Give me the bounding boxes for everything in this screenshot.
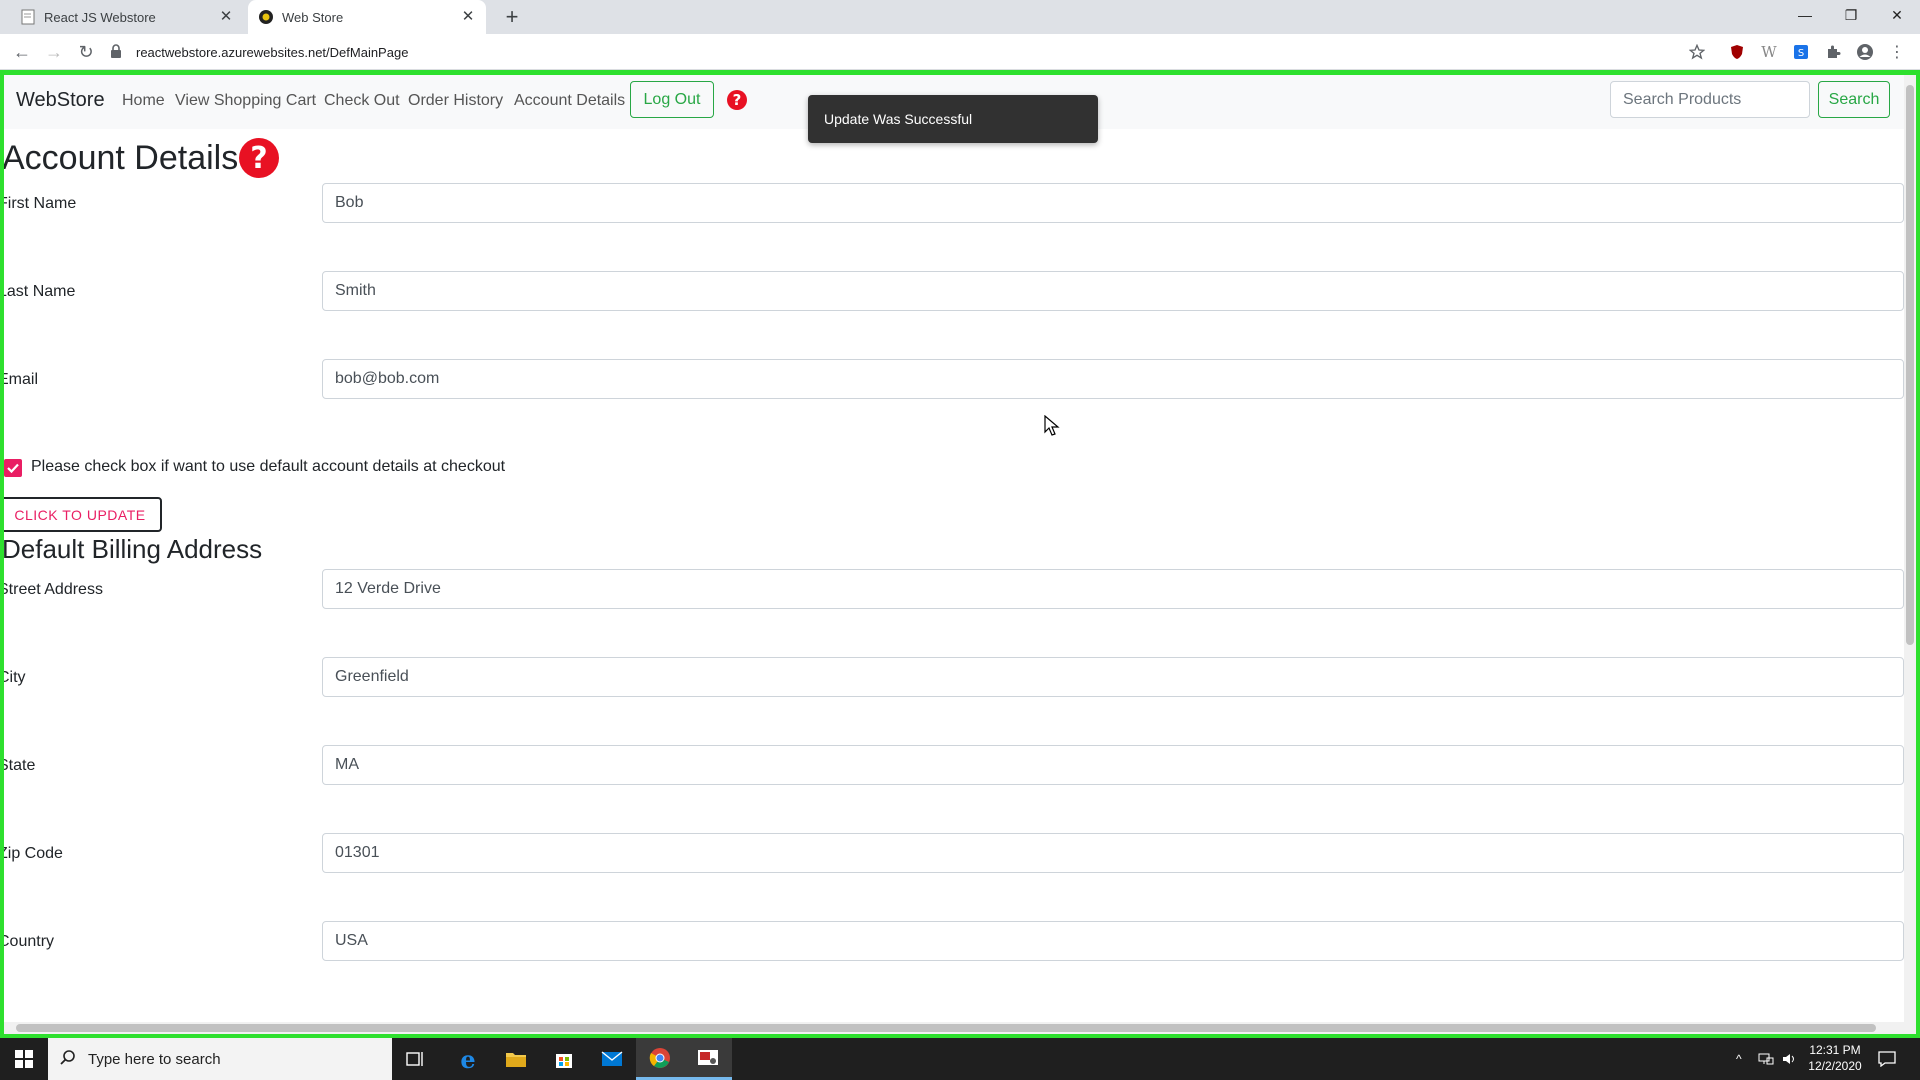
last-name-field[interactable] <box>322 271 1904 311</box>
notifications-icon[interactable] <box>1878 1038 1896 1080</box>
taskbar-search-placeholder: Type here to search <box>88 1050 221 1068</box>
snipping-tool-icon[interactable] <box>684 1038 732 1080</box>
svg-text:?: ? <box>251 141 268 176</box>
svg-text:S: S <box>1798 48 1804 59</box>
state-field[interactable] <box>322 745 1904 785</box>
street-address-label: Street Address <box>0 581 103 598</box>
tab-title: Web Store <box>282 9 344 25</box>
windows-taskbar: Type here to search e ^ 12:31 PM 12/2/20… <box>0 1038 1920 1080</box>
puzzle-icon[interactable] <box>1824 43 1842 61</box>
address-bar-row: ← → ↻ reactwebstore.azurewebsites.net/De… <box>0 34 1920 70</box>
lock-icon <box>110 44 126 60</box>
brand-link[interactable]: WebStore <box>16 89 105 112</box>
update-button[interactable]: CLICK TO UPDATE <box>4 497 162 532</box>
more-vertical-icon[interactable]: ⋮ <box>1888 43 1906 61</box>
mail-icon[interactable] <box>588 1038 636 1080</box>
nav-home[interactable]: Home <box>122 92 165 110</box>
windows-start-icon[interactable] <box>0 1038 48 1080</box>
browser-tab-bar: React JS Webstore ✕ Web Store ✕ + — ❐ ✕ <box>0 0 1920 34</box>
zip-code-field[interactable] <box>322 833 1904 873</box>
edge-browser-icon[interactable]: e <box>444 1038 492 1080</box>
nav-order-history[interactable]: Order History <box>408 92 503 110</box>
search-icon <box>60 1049 76 1069</box>
document-icon <box>20 9 36 25</box>
default-details-checkbox[interactable] <box>4 459 22 477</box>
close-icon[interactable]: ✕ <box>1874 0 1920 30</box>
w-extension-icon[interactable]: W <box>1760 43 1778 61</box>
city-label: City <box>0 669 26 686</box>
country-field[interactable] <box>322 921 1904 961</box>
browser-tab-active[interactable]: Web Store ✕ <box>248 0 486 34</box>
help-icon[interactable]: ? <box>726 89 748 111</box>
file-explorer-icon[interactable] <box>492 1038 540 1080</box>
close-tab-icon[interactable]: ✕ <box>460 9 476 25</box>
star-icon[interactable] <box>1688 43 1706 61</box>
chrome-icon[interactable] <box>636 1038 684 1080</box>
default-details-checkbox-label[interactable]: Please check box if want to use default … <box>31 458 505 476</box>
street-address-field[interactable] <box>322 569 1904 609</box>
browser-tab[interactable]: React JS Webstore ✕ <box>10 0 244 34</box>
vertical-scrollbar[interactable] <box>1904 75 1916 1034</box>
mouse-cursor-icon <box>1044 414 1060 437</box>
success-toast: Update Was Successful <box>808 95 1098 143</box>
state-label: State <box>0 757 36 774</box>
url-text: reactwebstore.azurewebsites.net/DefMainP… <box>136 44 409 60</box>
email-label: Email <box>0 371 39 388</box>
scrollbar-thumb[interactable] <box>1906 85 1914 645</box>
address-bar[interactable]: reactwebstore.azurewebsites.net/DefMainP… <box>110 39 1690 65</box>
city-field[interactable] <box>322 657 1904 697</box>
webstore-favicon-icon <box>258 9 274 25</box>
minimize-icon[interactable]: — <box>1782 0 1828 30</box>
first-name-label: First Name <box>0 195 77 212</box>
taskbar-clock[interactable]: 12:31 PM 12/2/2020 <box>1800 1042 1870 1074</box>
network-icon[interactable] <box>1758 1038 1774 1080</box>
nav-check-out[interactable]: Check Out <box>324 92 400 110</box>
store-icon[interactable] <box>540 1038 588 1080</box>
billing-section-title: Default Billing Address <box>2 534 263 564</box>
horizontal-scrollbar[interactable] <box>4 1022 1908 1034</box>
s-extension-icon[interactable]: S <box>1792 43 1810 61</box>
profile-icon[interactable] <box>1856 43 1874 61</box>
page-title: Account Details ? <box>2 137 280 179</box>
page-viewport: WebStore Home View Shopping Cart Check O… <box>0 70 1920 1038</box>
volume-icon[interactable] <box>1782 1038 1798 1080</box>
logout-button[interactable]: Log Out <box>630 81 714 118</box>
first-name-field[interactable] <box>322 183 1904 223</box>
zip-code-label: Zip Code <box>0 845 63 862</box>
country-label: Country <box>0 933 55 950</box>
show-hidden-icons-icon[interactable]: ^ <box>1736 1038 1742 1080</box>
clock-time: 12:31 PM <box>1809 1043 1861 1057</box>
close-tab-icon[interactable]: ✕ <box>218 9 234 25</box>
taskbar-search-box[interactable]: Type here to search <box>48 1038 392 1080</box>
plus-icon[interactable]: + <box>500 6 524 30</box>
clock-date: 12/2/2020 <box>1808 1059 1862 1073</box>
task-view-icon[interactable] <box>392 1038 440 1080</box>
page-title-text: Account Details <box>2 138 239 177</box>
help-icon[interactable]: ? <box>238 137 280 179</box>
search-button[interactable]: Search <box>1818 81 1890 118</box>
search-products-input[interactable] <box>1610 81 1810 118</box>
back-arrow-icon[interactable]: ← <box>10 40 34 64</box>
reload-icon[interactable]: ↻ <box>74 40 98 64</box>
nav-account-details[interactable]: Account Details <box>514 92 625 110</box>
svg-text:?: ? <box>733 91 742 109</box>
email-field[interactable] <box>322 359 1904 399</box>
forward-arrow-icon[interactable]: → <box>42 40 66 64</box>
scrollbar-thumb[interactable] <box>16 1024 1876 1032</box>
nav-view-shopping-cart[interactable]: View Shopping Cart <box>175 92 316 110</box>
tab-title: React JS Webstore <box>44 9 156 25</box>
ublock-icon[interactable] <box>1728 43 1746 61</box>
last-name-label: Last Name <box>0 283 76 300</box>
restore-icon[interactable]: ❐ <box>1828 0 1874 30</box>
